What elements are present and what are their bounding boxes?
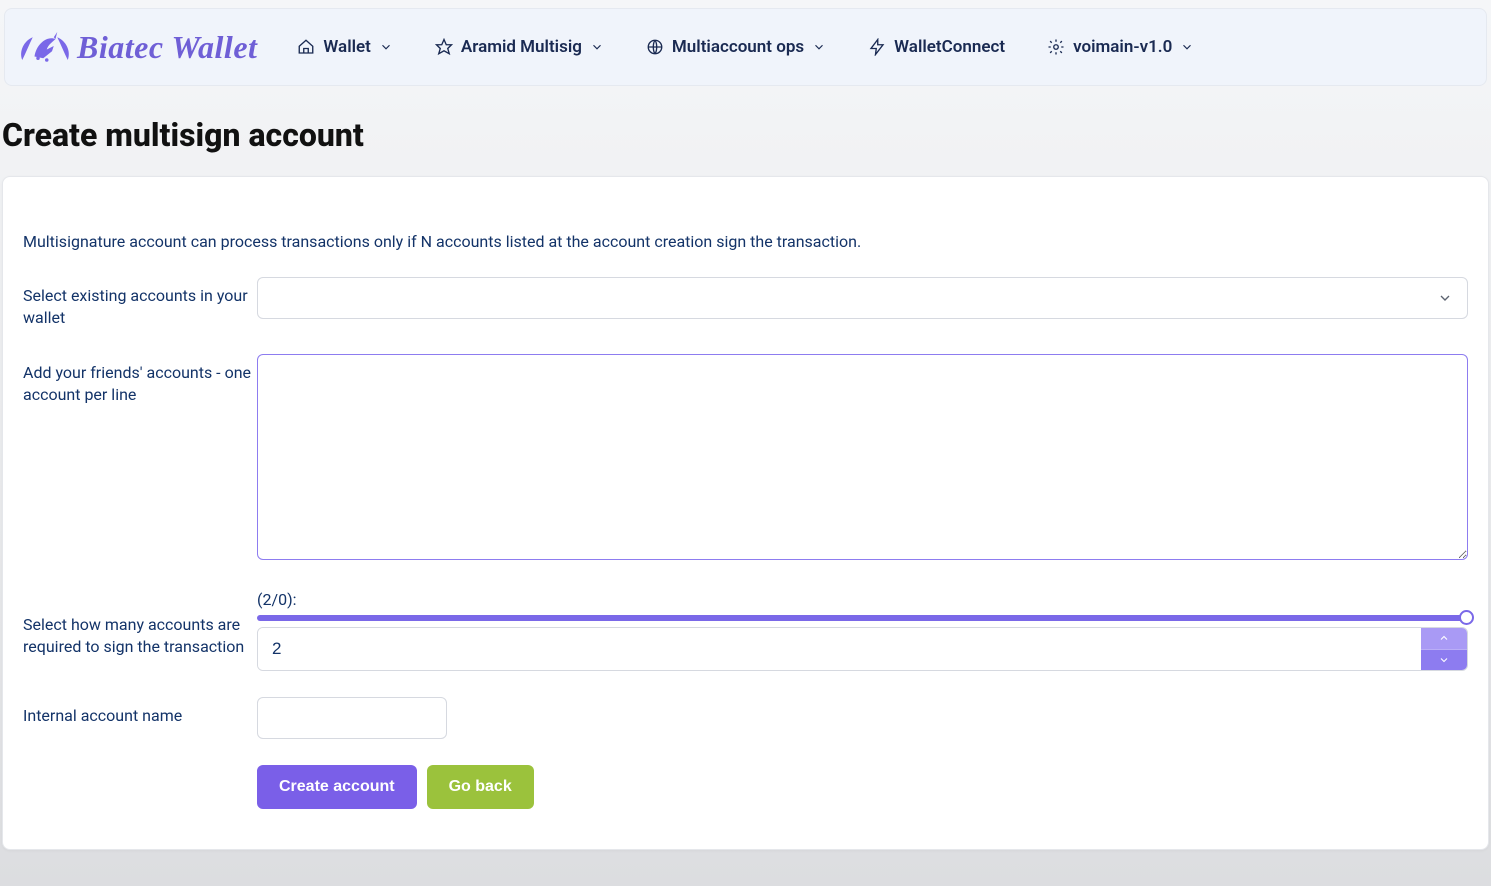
nav-network-label: voimain-v1.0 bbox=[1073, 37, 1172, 57]
select-existing-label: Select existing accounts in your wallet bbox=[23, 277, 257, 328]
chevron-down-icon bbox=[379, 40, 393, 54]
page-title: Create multisign account bbox=[2, 116, 1491, 154]
create-account-button[interactable]: Create account bbox=[257, 765, 417, 809]
nav-wallet-label: Wallet bbox=[323, 37, 370, 57]
nav-wallet[interactable]: Wallet bbox=[297, 37, 392, 57]
chevron-down-icon bbox=[1180, 40, 1194, 54]
chevron-down-icon bbox=[1438, 654, 1450, 666]
brand-logo[interactable]: Biatec Wallet bbox=[17, 25, 257, 69]
chevron-up-icon bbox=[1438, 632, 1450, 644]
chevron-down-icon bbox=[1437, 290, 1453, 306]
biatec-horse-icon bbox=[17, 25, 73, 69]
spinner-up-button[interactable] bbox=[1421, 628, 1467, 650]
select-existing-accounts[interactable] bbox=[257, 277, 1468, 319]
form-card: Multisignature account can process trans… bbox=[2, 176, 1489, 850]
nav-multiaccount-label: Multiaccount ops bbox=[672, 37, 804, 57]
friends-accounts-label: Add your friends' accounts - one account… bbox=[23, 354, 257, 405]
nav-multiaccount-ops[interactable]: Multiaccount ops bbox=[646, 37, 826, 57]
brand-name: Biatec Wallet bbox=[77, 29, 257, 66]
internal-name-label: Internal account name bbox=[23, 697, 257, 727]
friends-accounts-textarea[interactable] bbox=[257, 354, 1468, 560]
internal-name-input[interactable] bbox=[257, 697, 447, 739]
required-slider[interactable] bbox=[257, 615, 1468, 621]
go-back-button[interactable]: Go back bbox=[427, 765, 534, 809]
nav-walletconnect-label: WalletConnect bbox=[894, 37, 1005, 57]
star-icon bbox=[435, 38, 453, 56]
nav-aramid-label: Aramid Multisig bbox=[461, 37, 582, 57]
info-text: Multisignature account can process trans… bbox=[23, 232, 1468, 251]
required-sign-label: Select how many accounts are required to… bbox=[23, 590, 257, 657]
nav-aramid-multisig[interactable]: Aramid Multisig bbox=[435, 37, 604, 57]
slider-handle[interactable] bbox=[1459, 610, 1474, 625]
nav-network[interactable]: voimain-v1.0 bbox=[1047, 37, 1194, 57]
main-nav: Wallet Aramid Multisig Multiaccount ops … bbox=[297, 37, 1194, 57]
home-icon bbox=[297, 38, 315, 56]
required-count-spinner bbox=[257, 627, 1468, 671]
spinner-down-button[interactable] bbox=[1421, 650, 1467, 671]
globe-icon bbox=[646, 38, 664, 56]
chevron-down-icon bbox=[812, 40, 826, 54]
gear-icon bbox=[1047, 38, 1065, 56]
required-count-input[interactable] bbox=[258, 628, 1421, 670]
nav-walletconnect[interactable]: WalletConnect bbox=[868, 37, 1005, 57]
chevron-down-icon bbox=[590, 40, 604, 54]
bolt-icon bbox=[868, 38, 886, 56]
top-navigation-bar: Biatec Wallet Wallet Aramid Multisig Mul… bbox=[4, 8, 1487, 86]
required-counter: (2/0): bbox=[257, 590, 1468, 609]
